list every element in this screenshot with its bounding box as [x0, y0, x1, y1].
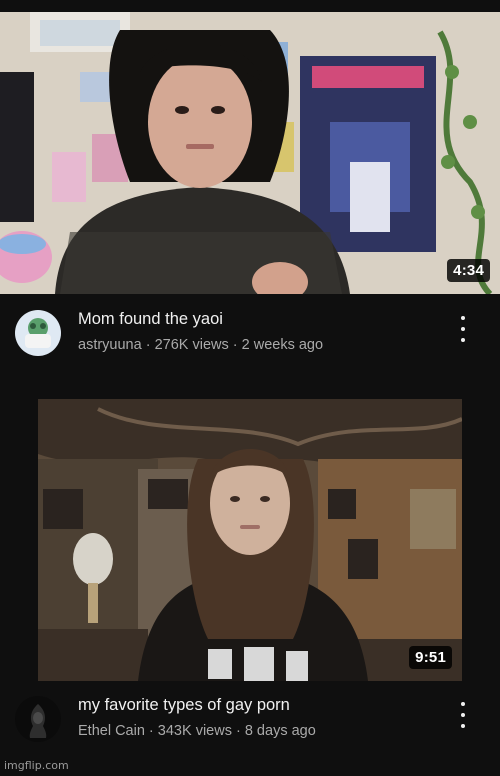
separator: · — [231, 723, 245, 739]
video-feed: 4:34 Mom found the yaoi astryuuna · 276K… — [0, 0, 500, 776]
video-card[interactable]: 4:34 Mom found the yaoi astryuuna · 276K… — [0, 0, 500, 395]
video-subtitle: Ethel Cain · 343K views · 8 days ago — [78, 723, 458, 739]
video-title[interactable]: my favorite types of gay porn — [78, 696, 438, 715]
video-duration-badge: 9:51 — [409, 646, 452, 669]
upload-age: 8 days ago — [244, 723, 316, 739]
separator: · — [144, 723, 158, 739]
more-vert-icon[interactable] — [452, 700, 474, 730]
video-card[interactable]: 9:51 my favorite types of gay porn Ethel… — [0, 395, 500, 776]
channel-avatar[interactable] — [15, 310, 61, 356]
video-thumbnail[interactable]: 4:34 — [0, 12, 500, 294]
channel-name[interactable]: astryuuna — [78, 337, 142, 353]
view-count: 343K views — [157, 723, 232, 739]
channel-avatar[interactable] — [15, 696, 61, 742]
separator: · — [228, 337, 242, 353]
video-duration-badge: 4:34 — [447, 259, 490, 282]
upload-age: 2 weeks ago — [241, 337, 324, 353]
video-title[interactable]: Mom found the yaoi — [78, 310, 438, 329]
separator: · — [141, 337, 155, 353]
video-meta: my favorite types of gay porn Ethel Cain… — [0, 686, 500, 756]
channel-name[interactable]: Ethel Cain — [78, 723, 145, 739]
video-subtitle: astryuuna · 276K views · 2 weeks ago — [78, 337, 458, 353]
watermark-text: imgflip.com — [4, 759, 69, 772]
video-meta: Mom found the yaoi astryuuna · 276K view… — [0, 300, 500, 370]
video-thumbnail[interactable]: 9:51 — [38, 399, 462, 681]
view-count: 276K views — [154, 337, 229, 353]
more-vert-icon[interactable] — [452, 314, 474, 344]
